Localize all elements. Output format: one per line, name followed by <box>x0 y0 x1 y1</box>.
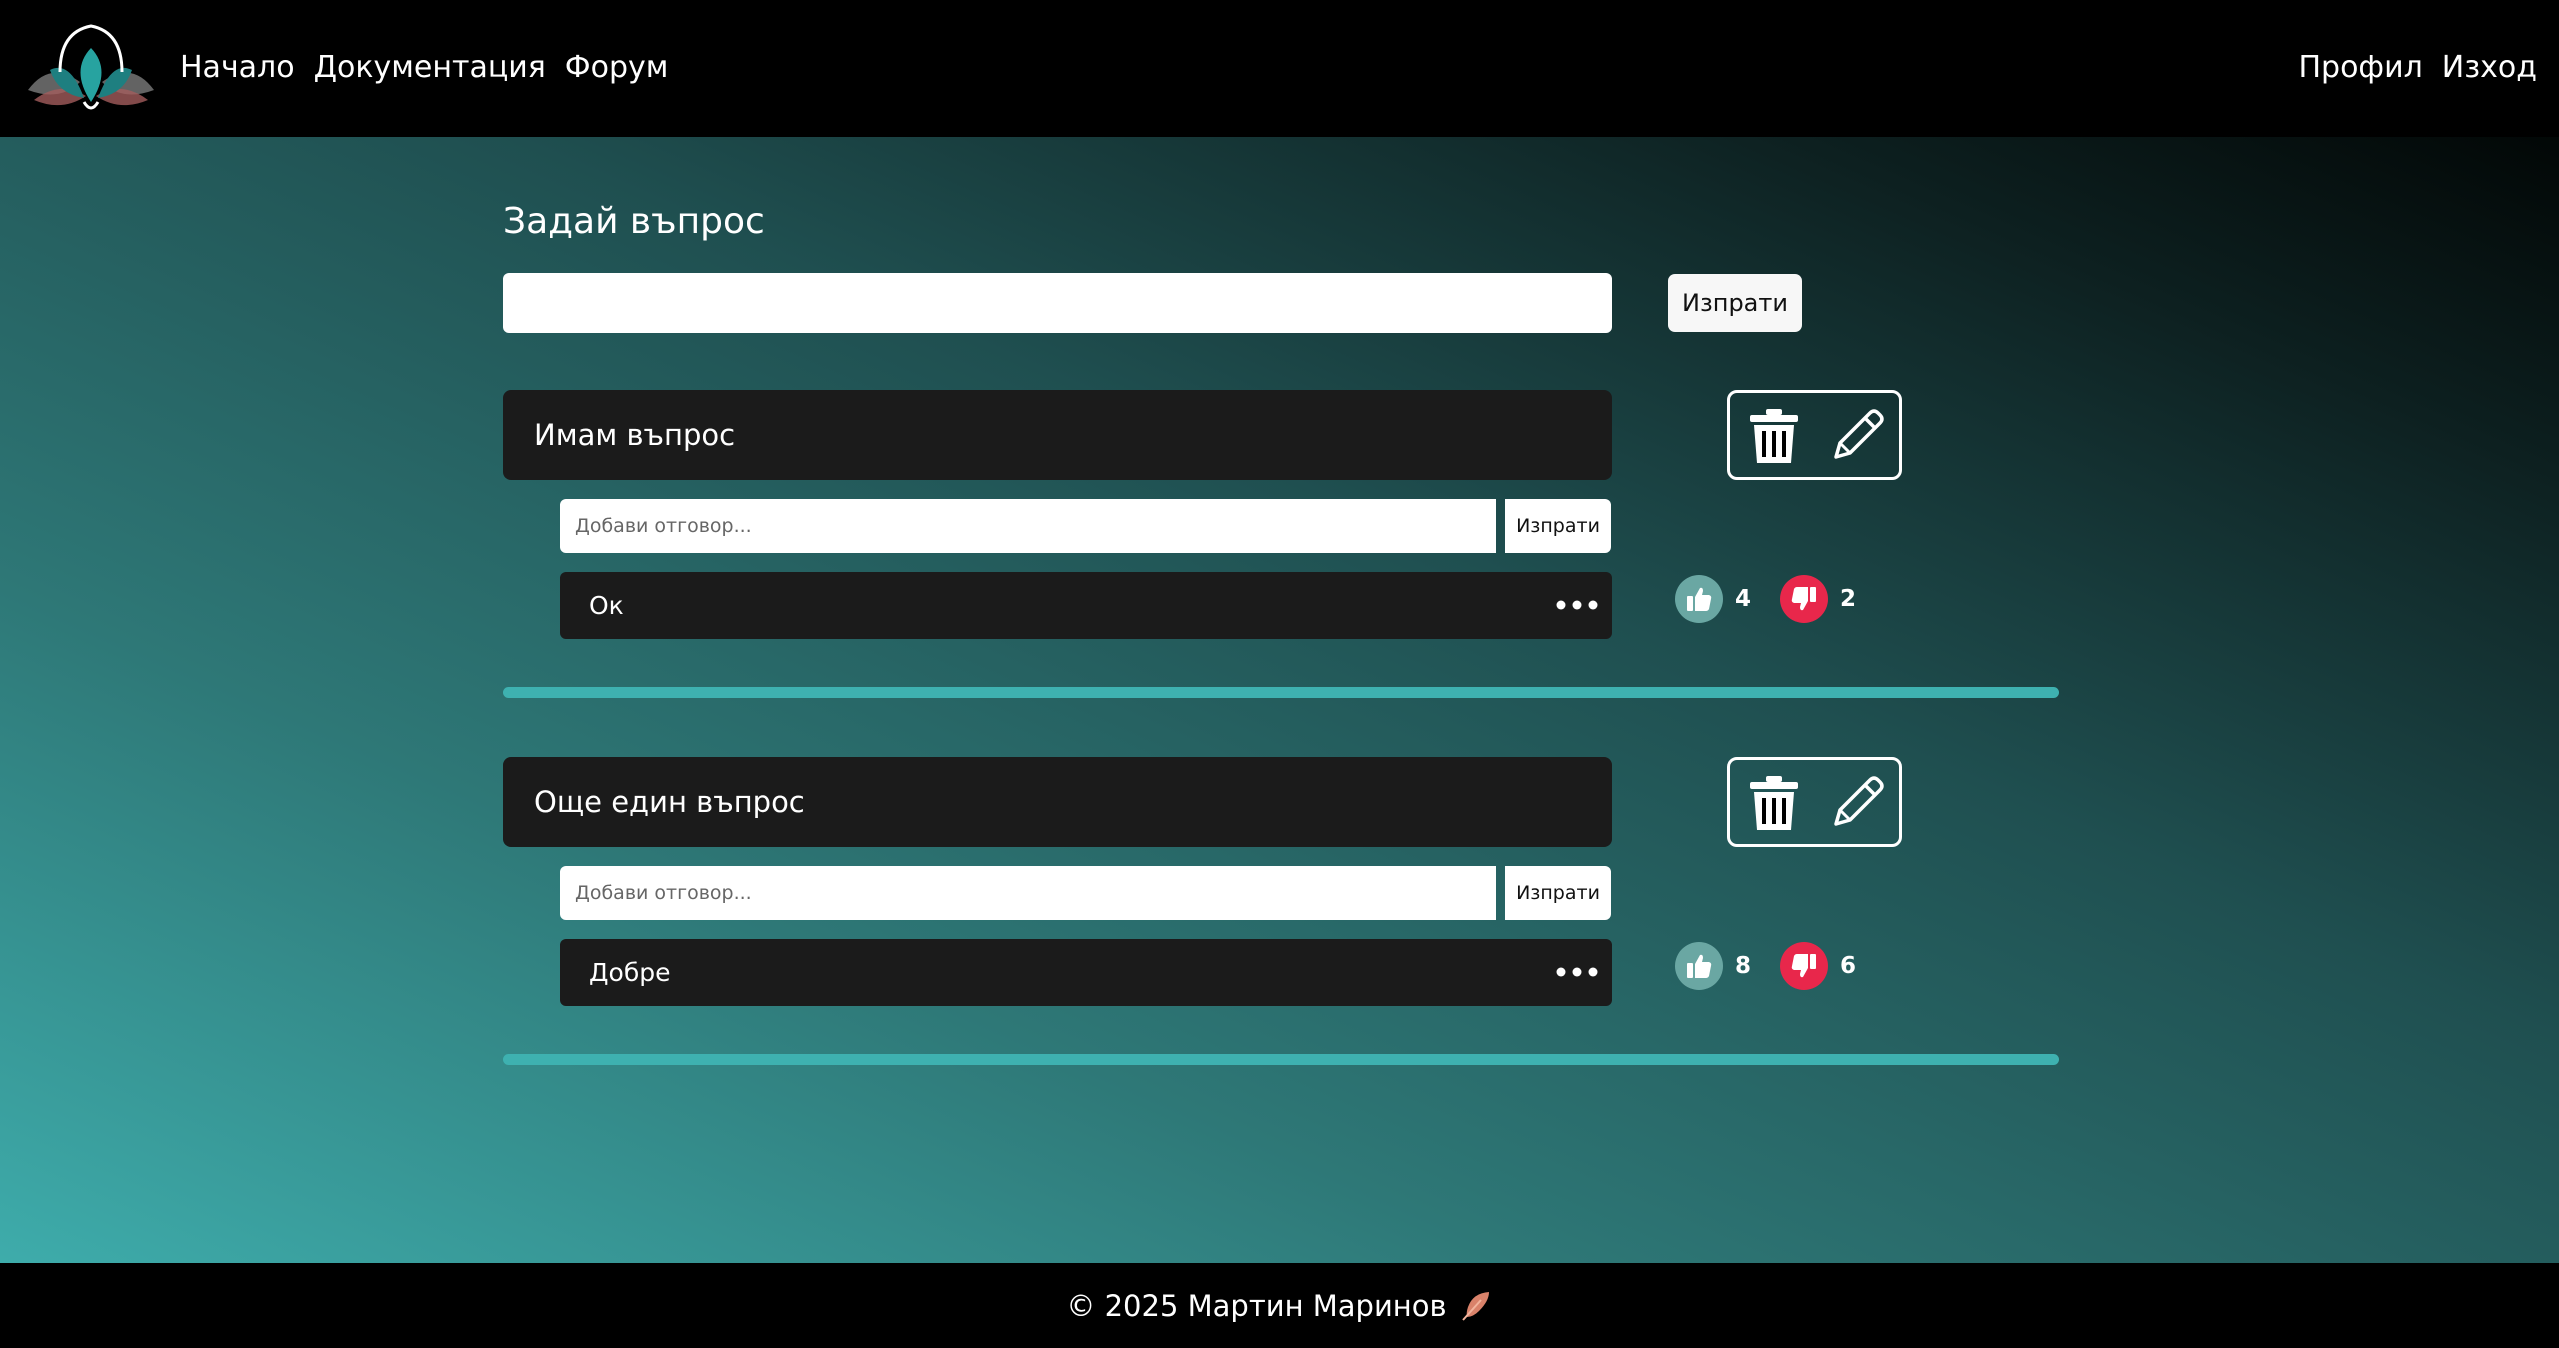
question-card: Имам въпрос <box>503 390 1612 480</box>
user-nav: Профил Изход <box>2298 48 2537 88</box>
trash-icon[interactable] <box>1744 772 1804 832</box>
question-text: Още един въпрос <box>534 785 805 819</box>
nav-link-logout[interactable]: Изход <box>2442 48 2537 88</box>
question-actions <box>1727 757 1902 847</box>
answer-card: Ок <box>560 572 1612 639</box>
pencil-icon[interactable] <box>1828 772 1888 832</box>
lotus-logo-icon[interactable] <box>20 20 162 112</box>
ellipsis-icon[interactable] <box>1554 961 1600 983</box>
dislike-button[interactable] <box>1780 942 1828 990</box>
answer-send-button[interactable]: Изпрати <box>1505 866 1611 920</box>
nav-link-home[interactable]: Начало <box>180 48 295 88</box>
like-control: 4 <box>1675 575 1751 623</box>
main-nav: Начало Документация Форум <box>180 48 668 88</box>
question-card: Още един въпрос <box>503 757 1612 847</box>
dislike-count: 2 <box>1840 586 1857 612</box>
feather-icon <box>1461 1291 1489 1321</box>
answer-send-button[interactable]: Изпрати <box>1505 499 1611 553</box>
like-button[interactable] <box>1675 942 1723 990</box>
dislike-count: 6 <box>1840 953 1857 979</box>
thumbs-up-icon <box>1687 954 1712 978</box>
question-actions <box>1727 390 1902 480</box>
footer-copyright: © 2025 Мартин Маринов <box>1066 1288 1447 1323</box>
ask-question-input[interactable] <box>503 273 1612 333</box>
ask-question-title: Задай въпрос <box>503 201 765 242</box>
question-divider <box>503 1054 2059 1065</box>
thumbs-up-icon <box>1687 587 1712 611</box>
answer-input[interactable] <box>560 499 1496 553</box>
footer: © 2025 Мартин Маринов <box>0 1263 2559 1348</box>
answer-text: Ок <box>589 591 624 620</box>
like-button[interactable] <box>1675 575 1723 623</box>
dislike-control: 6 <box>1780 942 1856 990</box>
pencil-icon[interactable] <box>1828 405 1888 465</box>
nav-link-profile[interactable]: Профил <box>2298 48 2422 88</box>
header: Начало Документация Форум Профил Изход <box>0 0 2559 137</box>
nav-link-forum[interactable]: Форум <box>565 48 669 88</box>
like-count: 8 <box>1735 953 1752 979</box>
question-divider <box>503 687 2059 698</box>
forum-main: Задай въпрос Изпрати Имам въпрос Изпрати… <box>0 137 2559 1263</box>
like-control: 8 <box>1675 942 1751 990</box>
answer-card: Добре <box>560 939 1612 1006</box>
answer-input[interactable] <box>560 866 1496 920</box>
ask-question-send-button[interactable]: Изпрати <box>1668 274 1802 332</box>
dislike-control: 2 <box>1780 575 1856 623</box>
thumbs-down-icon <box>1791 954 1816 978</box>
like-count: 4 <box>1735 586 1752 612</box>
dislike-button[interactable] <box>1780 575 1828 623</box>
nav-link-documentation[interactable]: Документация <box>314 48 546 88</box>
trash-icon[interactable] <box>1744 405 1804 465</box>
ellipsis-icon[interactable] <box>1554 594 1600 616</box>
question-text: Имам въпрос <box>534 418 736 452</box>
answer-text: Добре <box>589 958 671 987</box>
thumbs-down-icon <box>1791 587 1816 611</box>
